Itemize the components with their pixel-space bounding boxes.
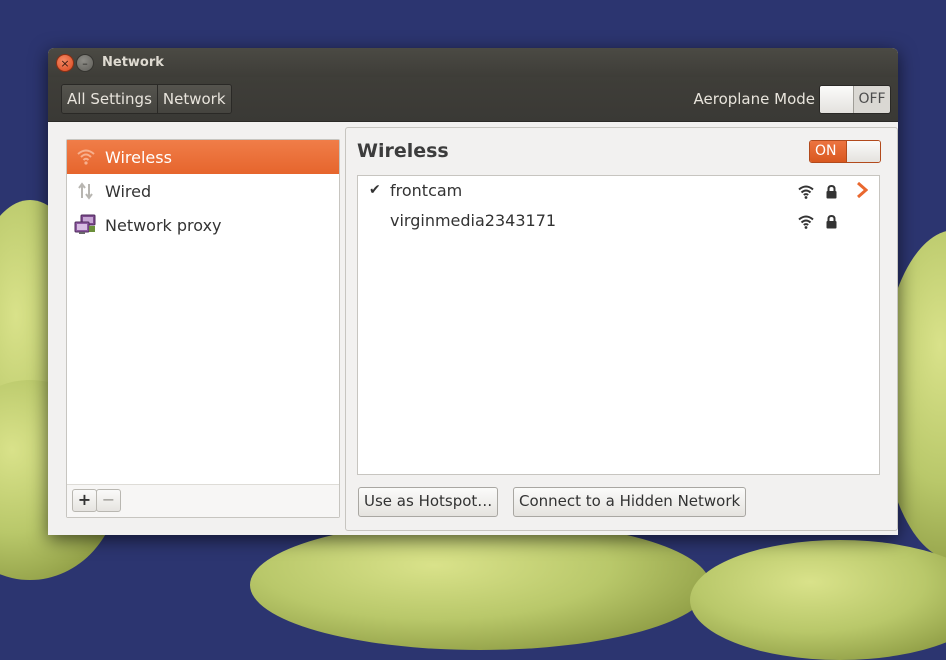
add-device-button[interactable]: + (72, 489, 97, 512)
sidebar-item-wireless[interactable]: Wireless (67, 140, 339, 174)
breadcrumb-network[interactable]: Network (156, 85, 231, 113)
wifi-icon (67, 149, 105, 165)
network-ssid: frontcam (390, 181, 463, 200)
panel-title: Wireless (357, 140, 449, 162)
network-row-frontcam[interactable]: ✔ frontcam (358, 176, 879, 206)
minimize-icon: – (82, 56, 88, 70)
use-as-hotspot-button[interactable]: Use as Hotspot… (358, 487, 499, 517)
title-bar: × – Network (48, 48, 898, 77)
toggle-knob (820, 86, 854, 113)
wireless-state: ON (810, 141, 846, 162)
lock-icon (825, 184, 838, 203)
close-button[interactable]: × (56, 54, 74, 72)
lock-icon (825, 214, 838, 233)
wireless-toggle[interactable]: ON (809, 140, 881, 163)
signal-strength-icon (798, 184, 814, 203)
aeroplane-mode-label: Aeroplane Mode (693, 90, 816, 108)
remove-device-button[interactable]: − (96, 489, 121, 512)
wired-arrows-icon (67, 182, 105, 200)
sidebar-item-wired[interactable]: Wired (67, 174, 339, 208)
network-settings-window: × – Network All Settings Network Aeropla… (48, 48, 898, 535)
minimize-button[interactable]: – (76, 54, 94, 72)
signal-strength-icon (798, 214, 814, 233)
breadcrumb-all-settings[interactable]: All Settings (62, 85, 157, 113)
close-icon: × (60, 56, 70, 70)
toggle-knob (846, 141, 880, 162)
window-title: Network (102, 55, 164, 70)
network-row-virginmedia2343171[interactable]: virginmedia2343171 (358, 206, 879, 236)
aeroplane-mode-toggle[interactable]: OFF (819, 85, 891, 114)
device-list-panel: Wireless Wired Network proxy + − (66, 139, 340, 518)
connect-hidden-network-button[interactable]: Connect to a Hidden Network (513, 487, 747, 517)
device-list-footer: + − (67, 484, 339, 517)
sidebar-item-network-proxy[interactable]: Network proxy (67, 208, 339, 242)
sidebar-item-label: Network proxy (105, 215, 222, 235)
network-proxy-icon (67, 214, 105, 236)
network-list: ✔ frontcam virginmedia2343171 (357, 175, 880, 475)
network-ssid: virginmedia2343171 (390, 211, 557, 230)
sidebar-item-label: Wired (105, 181, 152, 201)
breadcrumb: All Settings Network (61, 84, 232, 114)
sidebar-item-label: Wireless (105, 147, 172, 167)
toolbar: All Settings Network Aeroplane Mode OFF (48, 77, 898, 122)
wireless-panel: Wireless ON ✔ frontcam virginmedia234317… (345, 127, 898, 531)
aeroplane-mode-state: OFF (858, 91, 886, 107)
connected-check-icon: ✔ (369, 182, 381, 198)
network-settings-arrow-icon[interactable] (856, 181, 869, 202)
